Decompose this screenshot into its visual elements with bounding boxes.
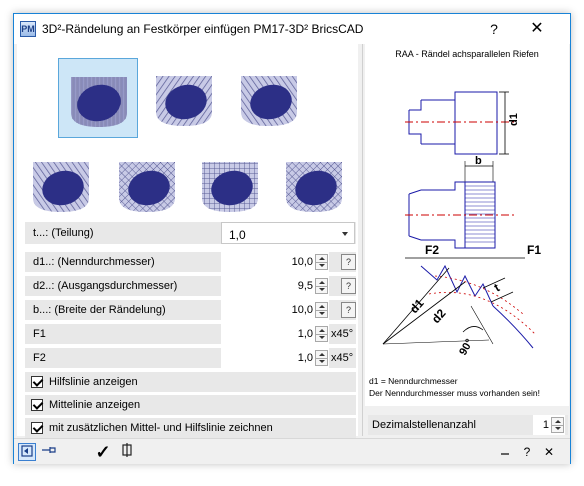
- d1-hint-icon[interactable]: ?: [341, 254, 356, 270]
- knurl-type-straight[interactable]: [58, 58, 138, 138]
- diagram-note-2: Der Nenndurchmesser muss vorhanden sein!: [369, 388, 541, 398]
- decimals-label: Dezimalstellenanzahl: [372, 419, 476, 431]
- diagram-f2-label: F2: [425, 243, 439, 257]
- knurl-crossed-icon: [119, 162, 175, 212]
- knurl-type-gallery: [17, 44, 358, 220]
- knurl-grid-icon: [202, 162, 258, 212]
- hilfslinie-label: Hilfslinie anzeigen: [49, 376, 138, 388]
- chevron-down-icon: [342, 232, 348, 236]
- d1-field[interactable]: 10,0: [221, 252, 329, 272]
- b-value: 10,0: [291, 304, 313, 316]
- f2-value: 1,0: [297, 352, 313, 364]
- check-hilfslinie[interactable]: Hilfslinie anzeigen: [25, 372, 356, 392]
- row-teilung: t...: (Teilung) 1,0: [25, 222, 356, 244]
- diagram-f1-label: F1: [527, 243, 541, 257]
- row-b: b...: (Breite der Rändelung) 10,0 ?: [25, 300, 356, 320]
- decimals-field[interactable]: 1: [533, 415, 565, 435]
- insert-icon[interactable]: [118, 443, 136, 461]
- bottom-help-button[interactable]: ?: [518, 443, 536, 461]
- f2-field[interactable]: 1,0: [221, 348, 329, 368]
- knurl-cross-left-icon: [33, 162, 89, 212]
- panel-divider: [362, 44, 363, 436]
- diagram-note-1: d1 = Nenndurchmesser: [369, 376, 458, 386]
- help-button[interactable]: ?: [484, 18, 504, 40]
- app-icon: PM: [20, 21, 36, 37]
- teilung-value: 1,0: [229, 228, 246, 242]
- decimals-value: 1: [542, 419, 549, 431]
- d2-value: 9,5: [297, 280, 313, 292]
- f2-label: F2: [33, 352, 46, 364]
- knurl-straight-icon: [71, 77, 127, 127]
- diagram-b-label: b: [475, 155, 482, 167]
- minimize-icon[interactable]: [496, 443, 514, 461]
- close-button[interactable]: ✕: [524, 18, 550, 40]
- knurl-diagram: d1 b F2 F1 d1 d2 t 90°: [382, 91, 541, 358]
- d2-spinner[interactable]: [315, 278, 328, 294]
- left-panel: t...: (Teilung) 1,0 d1..: (Nenndurchmess…: [17, 44, 358, 438]
- teilung-label: t...: (Teilung): [33, 227, 94, 239]
- row-d2: d2..: (Ausgangsdurchmesser) 9,5 ?: [25, 276, 356, 296]
- decimals-spinner[interactable]: [551, 417, 564, 433]
- knurl-diagonal-right-icon: [156, 76, 212, 126]
- b-label: b...: (Breite der Rändelung): [33, 304, 166, 316]
- d2-field[interactable]: 9,5: [221, 276, 329, 296]
- check-extra-lines[interactable]: mit zusätzlichen Mittel- und Hilfslinie …: [25, 418, 356, 438]
- window-title: 3D²-Rändelung an Festkörper einfügen PM1…: [42, 22, 364, 36]
- b-spinner[interactable]: [315, 302, 328, 318]
- knurl-type-diagonal-left[interactable]: [229, 58, 309, 138]
- d1-value: 10,0: [291, 256, 313, 268]
- knurl-type-crossed[interactable]: [107, 144, 187, 224]
- f2-unit: x45°: [331, 352, 354, 364]
- diagram-angle-label: 90°: [457, 337, 476, 357]
- extra-lines-label: mit zusätzlichen Mittel- und Hilfslinie …: [49, 422, 273, 434]
- diagram-d1-label: d1: [508, 113, 520, 126]
- f1-label: F1: [33, 328, 46, 340]
- f1-spinner[interactable]: [315, 326, 328, 342]
- row-f1: F1 1,0 x45°: [25, 324, 356, 344]
- row-f2: F2 1,0 x45°: [25, 348, 356, 368]
- knurl-type-cross-left[interactable]: [21, 144, 101, 224]
- pin-icon[interactable]: [40, 443, 58, 461]
- select-object-icon[interactable]: [18, 443, 36, 461]
- d2-label: d2..: (Ausgangsdurchmesser): [33, 280, 178, 292]
- bottom-close-button[interactable]: ✕: [540, 443, 558, 461]
- knurl-type-diagonal-right[interactable]: [144, 58, 224, 138]
- f1-unit: x45°: [331, 328, 354, 340]
- check-mittelinie[interactable]: Mittelinie anzeigen: [25, 395, 356, 415]
- ok-button[interactable]: ✓: [94, 443, 112, 461]
- hilfslinie-checkbox[interactable]: [31, 376, 43, 388]
- knurl-diagonal-left-icon: [241, 76, 297, 126]
- d1-spinner[interactable]: [315, 254, 328, 270]
- diagram-t-label: t: [492, 280, 502, 294]
- diagram-panel: RAA - Rändel achsparallelen Riefen d1 b: [365, 44, 569, 406]
- bottom-toolbar: ✓ ? ✕: [14, 438, 570, 464]
- knurl-type-grid[interactable]: [190, 144, 270, 224]
- teilung-select[interactable]: 1,0: [221, 222, 355, 244]
- diagram-d2-label: d2: [429, 306, 449, 326]
- f1-value: 1,0: [297, 328, 313, 340]
- d1-label: d1..: (Nenndurchmesser): [33, 256, 155, 268]
- knurl-type-grid-fine[interactable]: [274, 144, 354, 224]
- b-field[interactable]: 10,0: [221, 300, 329, 320]
- d2-hint-icon[interactable]: ?: [341, 278, 356, 294]
- decimals-row: Dezimalstellenanzahl 1: [368, 415, 568, 435]
- row-d1: d1..: (Nenndurchmesser) 10,0 ?: [25, 252, 356, 272]
- mittelinie-checkbox[interactable]: [31, 399, 43, 411]
- b-hint-icon[interactable]: ?: [341, 302, 356, 318]
- title-bar: PM 3D²-Rändelung an Festkörper einfügen …: [14, 14, 570, 44]
- mittelinie-label: Mittelinie anzeigen: [49, 399, 141, 411]
- dialog-window: PM 3D²-Rändelung an Festkörper einfügen …: [13, 13, 571, 464]
- f1-field[interactable]: 1,0: [221, 324, 329, 344]
- knurl-grid-fine-icon: [286, 162, 342, 212]
- extra-lines-checkbox[interactable]: [31, 422, 43, 434]
- f2-spinner[interactable]: [315, 350, 328, 366]
